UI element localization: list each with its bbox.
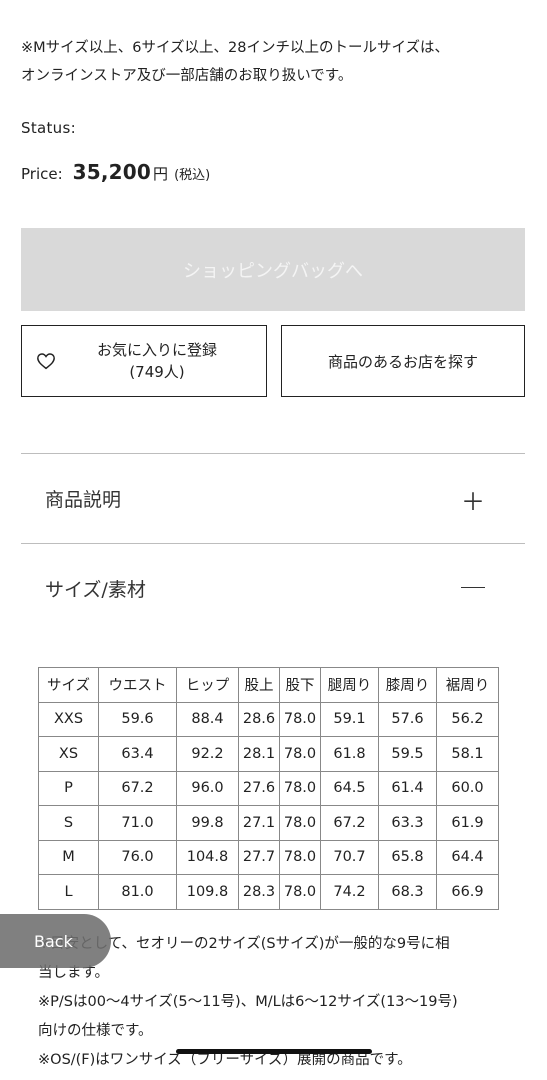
table-cell: 71.0 [98, 805, 177, 841]
table-cell: 28.3 [238, 874, 280, 910]
table-cell: 59.5 [378, 736, 437, 772]
tall-size-note: ※Mサイズ以上、6サイズ以上、28インチ以上のトールサイズは、 オンラインストア… [21, 34, 531, 90]
status-label: Status: [21, 119, 76, 137]
price-row: Price: 35,200 円 (税込) [21, 160, 210, 184]
tall-size-note-line: オンラインストア及び一部店舗のお取り扱いです。 [21, 68, 353, 84]
table-cell: 27.7 [238, 839, 280, 875]
table-cell: 61.4 [378, 770, 437, 806]
table-cell: 78.0 [279, 701, 321, 737]
table-cell: 76.0 [98, 839, 177, 875]
table-cell: 66.9 [436, 874, 499, 910]
table-cell: XXS [38, 701, 99, 737]
table-cell: P [38, 770, 99, 806]
size-table-header: サイズ [38, 667, 99, 703]
table-cell: 68.3 [378, 874, 437, 910]
table-cell: 61.9 [436, 805, 499, 841]
table-cell: 78.0 [279, 736, 321, 772]
table-cell: 78.0 [279, 805, 321, 841]
table-cell: 64.5 [320, 770, 379, 806]
table-cell: 64.4 [436, 839, 499, 875]
table-cell: 67.2 [320, 805, 379, 841]
table-cell: 59.6 [98, 701, 177, 737]
table-cell: 65.8 [378, 839, 437, 875]
size-table: サイズ ウエスト ヒップ 股上 股下 腿周り 膝周り 裾周り XXS 59.6 … [38, 667, 499, 910]
table-cell: 60.0 [436, 770, 499, 806]
favorite-label: お気に入りに登録 [96, 341, 217, 359]
table-cell: 78.0 [279, 770, 321, 806]
price-value: 35,200 [72, 160, 152, 184]
table-row: P 67.2 96.0 27.6 78.0 64.5 61.4 60.0 [38, 770, 499, 806]
size-note-line: 当します。 [38, 965, 110, 981]
tall-size-note-line: ※Mサイズ以上、6サイズ以上、28インチ以上のトールサイズは、 [21, 40, 450, 56]
heart-icon [37, 353, 55, 370]
size-table-header-row: サイズ ウエスト ヒップ 股上 股下 腿周り 膝周り 裾周り [38, 667, 499, 703]
size-note-line: ※目安として、セオリーの2サイズ(Sサイズ)が一般的な9号に相 [38, 936, 450, 952]
price-tax-note: (税込) [174, 168, 211, 183]
favorite-text: お気に入りに登録 (749人) [22, 339, 266, 383]
table-row: XS 63.4 92.2 28.1 78.0 61.8 59.5 58.1 [38, 736, 499, 772]
accordion-product-description[interactable]: 商品説明 [45, 485, 121, 512]
table-cell: XS [38, 736, 99, 772]
table-cell: 81.0 [98, 874, 177, 910]
favorite-button[interactable]: お気に入りに登録 (749人) [21, 325, 267, 397]
table-cell: 28.6 [238, 701, 280, 737]
size-table-header: 膝周り [378, 667, 437, 703]
find-store-button[interactable]: 商品のあるお店を探す [281, 325, 525, 397]
table-cell: 67.2 [98, 770, 177, 806]
favorite-count: (749人) [129, 363, 185, 381]
accordion-size-material[interactable]: サイズ/素材 [45, 575, 146, 602]
table-cell: 27.6 [238, 770, 280, 806]
table-cell: 99.8 [176, 805, 239, 841]
add-to-bag-button[interactable]: ショッピングバッグへ [21, 228, 525, 311]
table-cell: 63.4 [98, 736, 177, 772]
table-cell: 61.8 [320, 736, 379, 772]
divider [21, 543, 525, 544]
table-cell: 109.8 [176, 874, 239, 910]
table-cell: 28.1 [238, 736, 280, 772]
table-row: S 71.0 99.8 27.1 78.0 67.2 63.3 61.9 [38, 805, 499, 841]
size-table-header: ヒップ [176, 667, 239, 703]
table-cell: 27.1 [238, 805, 280, 841]
table-row: M 76.0 104.8 27.7 78.0 70.7 65.8 64.4 [38, 839, 499, 875]
table-cell: 57.6 [378, 701, 437, 737]
divider [21, 453, 525, 454]
size-table-header: 腿周り [320, 667, 379, 703]
price-currency: 円 [153, 165, 169, 183]
table-cell: 56.2 [436, 701, 499, 737]
table-cell: 92.2 [176, 736, 239, 772]
back-button[interactable]: Back [0, 914, 111, 968]
table-row: L 81.0 109.8 28.3 78.0 74.2 68.3 66.9 [38, 874, 499, 910]
table-cell: 63.3 [378, 805, 437, 841]
table-cell: 58.1 [436, 736, 499, 772]
table-cell: L [38, 874, 99, 910]
size-table-header: 股下 [279, 667, 321, 703]
table-cell: 70.7 [320, 839, 379, 875]
table-cell: 78.0 [279, 874, 321, 910]
table-cell: 74.2 [320, 874, 379, 910]
table-cell: 59.1 [320, 701, 379, 737]
table-cell: M [38, 839, 99, 875]
size-note-line: ※P/Sは00〜4サイズ(5〜11号)、M/Lは6〜12サイズ(13〜19号) [38, 994, 458, 1010]
table-cell: 88.4 [176, 701, 239, 737]
size-note-line: 向けの仕様です。 [38, 1023, 153, 1039]
plus-icon[interactable]: ＋ [461, 482, 485, 517]
table-cell: 78.0 [279, 839, 321, 875]
table-cell: S [38, 805, 99, 841]
price-label: Price: [21, 165, 63, 183]
table-cell: 96.0 [176, 770, 239, 806]
home-indicator[interactable] [176, 1049, 372, 1054]
table-row: XXS 59.6 88.4 28.6 78.0 59.1 57.6 56.2 [38, 701, 499, 737]
size-table-header: ウエスト [98, 667, 177, 703]
table-cell: 104.8 [176, 839, 239, 875]
size-table-header: 裾周り [436, 667, 499, 703]
minus-icon[interactable]: ― [461, 572, 485, 600]
size-table-header: 股上 [238, 667, 280, 703]
